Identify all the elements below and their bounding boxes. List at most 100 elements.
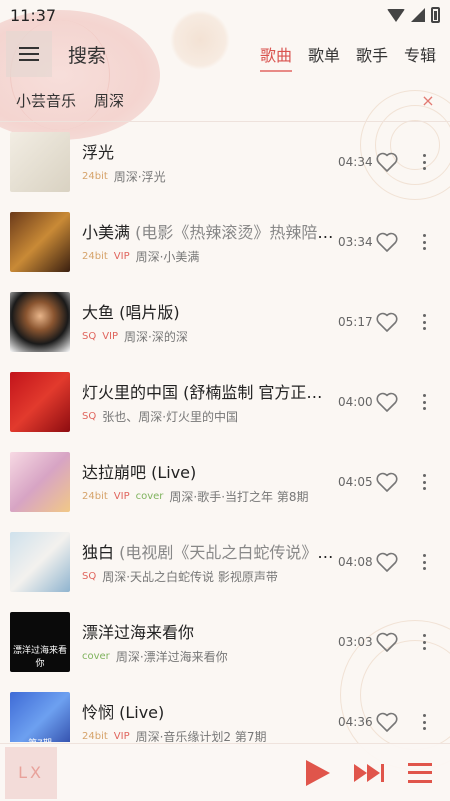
artist-album: 周深·漂洋过海来看你 xyxy=(115,650,228,664)
song-title-main: 小美满 xyxy=(82,223,131,242)
dot xyxy=(422,247,426,250)
song-title: 漂洋过海来看你 xyxy=(82,619,334,643)
heart-icon[interactable] xyxy=(375,391,399,413)
cover-text: 第7期 xyxy=(10,736,70,742)
more-options-icon[interactable] xyxy=(418,712,430,732)
song-row[interactable]: 浮光 24bit 周深·浮光 04:34 xyxy=(0,122,450,202)
top-bar: 搜索 歌曲 歌单 歌手 专辑 xyxy=(0,30,450,78)
dot xyxy=(422,240,426,244)
song-list: 浮光 24bit 周深·浮光 04:34 小美满 (电影《热辣滚烫》热辣陪伴曲) 24bi… xyxy=(0,122,450,742)
play-button[interactable] xyxy=(306,759,330,786)
song-cover xyxy=(10,372,70,432)
status-bar: 11:37 xyxy=(0,0,450,30)
more-options-icon[interactable] xyxy=(418,152,430,172)
dot xyxy=(422,234,426,237)
song-duration: 04:05 xyxy=(338,475,373,489)
dot xyxy=(422,160,426,164)
song-row[interactable]: 大鱼 (唱片版) SQ VIP 周深·深的深 05:17 xyxy=(0,282,450,362)
song-title-main: 怜悯 (Live) xyxy=(82,703,165,722)
signal-icon xyxy=(411,8,425,22)
song-row[interactable]: 达拉崩吧 (Live) 24bit VIP cover 周深·歌手·当打之年 第8期 04… xyxy=(0,442,450,522)
song-title: 大鱼 (唱片版) xyxy=(82,299,334,323)
song-title-main: 大鱼 (唱片版) xyxy=(82,303,180,322)
quality-tag: 24bit xyxy=(82,491,108,502)
tab-artists[interactable]: 歌手 xyxy=(348,34,396,74)
dot xyxy=(422,320,426,324)
dot xyxy=(422,167,426,170)
artist-album: 周深·小美满 xyxy=(135,250,200,264)
source-selector[interactable]: 小芸音乐 xyxy=(16,90,76,111)
heart-icon[interactable] xyxy=(375,231,399,253)
tab-songs[interactable]: 歌曲 xyxy=(252,34,300,74)
song-info: 漂洋过海来看你 cover 周深·漂洋过海来看你 xyxy=(82,619,334,665)
song-cover xyxy=(10,452,70,512)
player-bar: LX xyxy=(0,743,450,801)
tab-playlists[interactable]: 歌单 xyxy=(300,34,348,74)
heart-icon[interactable] xyxy=(375,471,399,493)
next-button[interactable] xyxy=(354,763,384,782)
dot xyxy=(422,394,426,397)
next-icon xyxy=(381,763,384,782)
dot xyxy=(422,714,426,717)
song-meta: 24bit 周深·浮光 xyxy=(82,168,334,185)
song-row[interactable]: 漂洋过海来看你 漂洋过海来看你 cover 周深·漂洋过海来看你 03:03 xyxy=(0,602,450,682)
playlist-button[interactable] xyxy=(408,762,432,783)
more-options-icon[interactable] xyxy=(418,232,430,252)
song-meta: cover 周深·漂洋过海来看你 xyxy=(82,648,334,665)
song-info: 大鱼 (唱片版) SQ VIP 周深·深的深 xyxy=(82,299,334,345)
more-options-icon[interactable] xyxy=(418,472,430,492)
song-row[interactable]: 灯火里的中国 (舒楠监制 官方正式版) SQ 张也、周深·灯火里的中国 04:00 xyxy=(0,362,450,442)
song-title-main: 灯火里的中国 (舒楠监制 官方正式版) xyxy=(82,383,334,402)
quality-tag: VIP xyxy=(113,251,130,262)
song-meta: 24bit VIP 周深·小美满 xyxy=(82,248,334,265)
dot xyxy=(422,640,426,644)
song-cover xyxy=(10,532,70,592)
quality-tag: VIP xyxy=(102,331,119,342)
search-type-tabs: 歌曲 歌单 歌手 专辑 xyxy=(252,34,444,74)
song-meta: SQ VIP 周深·深的深 xyxy=(82,328,334,345)
more-options-icon[interactable] xyxy=(418,632,430,652)
tab-albums[interactable]: 专辑 xyxy=(396,34,444,74)
more-options-icon[interactable] xyxy=(418,552,430,572)
menu-button[interactable] xyxy=(6,31,52,77)
heart-icon[interactable] xyxy=(375,151,399,173)
song-title: 达拉崩吧 (Live) xyxy=(82,459,334,483)
song-row[interactable]: 第7期 怜悯 (Live) 24bit VIP 周深·音乐缘计划2 第7期 04:36 xyxy=(0,682,450,742)
heart-icon[interactable] xyxy=(375,551,399,573)
dot xyxy=(422,474,426,477)
clear-search-button[interactable]: × xyxy=(418,91,438,110)
quality-tag: cover xyxy=(82,651,110,662)
more-options-icon[interactable] xyxy=(418,392,430,412)
song-meta: 24bit VIP 周深·音乐缘计划2 第7期 xyxy=(82,728,334,742)
song-duration: 03:34 xyxy=(338,235,373,249)
song-cover xyxy=(10,212,70,272)
song-cover: 第7期 xyxy=(10,692,70,742)
song-duration: 05:17 xyxy=(338,315,373,329)
heart-icon[interactable] xyxy=(375,631,399,653)
quality-tag: VIP xyxy=(113,491,130,502)
more-options-icon[interactable] xyxy=(418,312,430,332)
song-row[interactable]: 小美满 (电影《热辣滚烫》热辣陪伴曲) 24bit VIP 周深·小美满 03:34 xyxy=(0,202,450,282)
status-icons xyxy=(387,7,440,23)
heart-icon[interactable] xyxy=(375,711,399,733)
dot xyxy=(422,647,426,650)
dot xyxy=(422,480,426,484)
heart-icon[interactable] xyxy=(375,311,399,333)
song-cover: 漂洋过海来看你 xyxy=(10,612,70,672)
song-title: 小美满 (电影《热辣滚烫》热辣陪伴曲) xyxy=(82,219,334,243)
wifi-icon xyxy=(387,8,405,22)
song-cover xyxy=(10,132,70,192)
dot xyxy=(422,720,426,724)
song-row[interactable]: 独白 (电视剧《天乩之白蛇传说》插曲) SQ 周深·天乩之白蛇传说 影视原声带 04:… xyxy=(0,522,450,602)
song-title-main: 浮光 xyxy=(82,143,115,162)
dot xyxy=(422,407,426,410)
search-input[interactable]: 周深 xyxy=(94,90,124,111)
song-info: 小美满 (电影《热辣滚烫》热辣陪伴曲) 24bit VIP 周深·小美满 xyxy=(82,219,334,265)
player-cover[interactable]: LX xyxy=(5,746,57,799)
battery-icon xyxy=(431,7,440,23)
song-title-sub: (电影《热辣滚烫》热辣陪伴曲) xyxy=(130,223,334,242)
song-duration: 04:36 xyxy=(338,715,373,729)
artist-album: 周深·音乐缘计划2 第7期 xyxy=(135,730,267,742)
cover-text: 漂洋过海来看你 xyxy=(12,646,67,669)
dot xyxy=(422,327,426,330)
